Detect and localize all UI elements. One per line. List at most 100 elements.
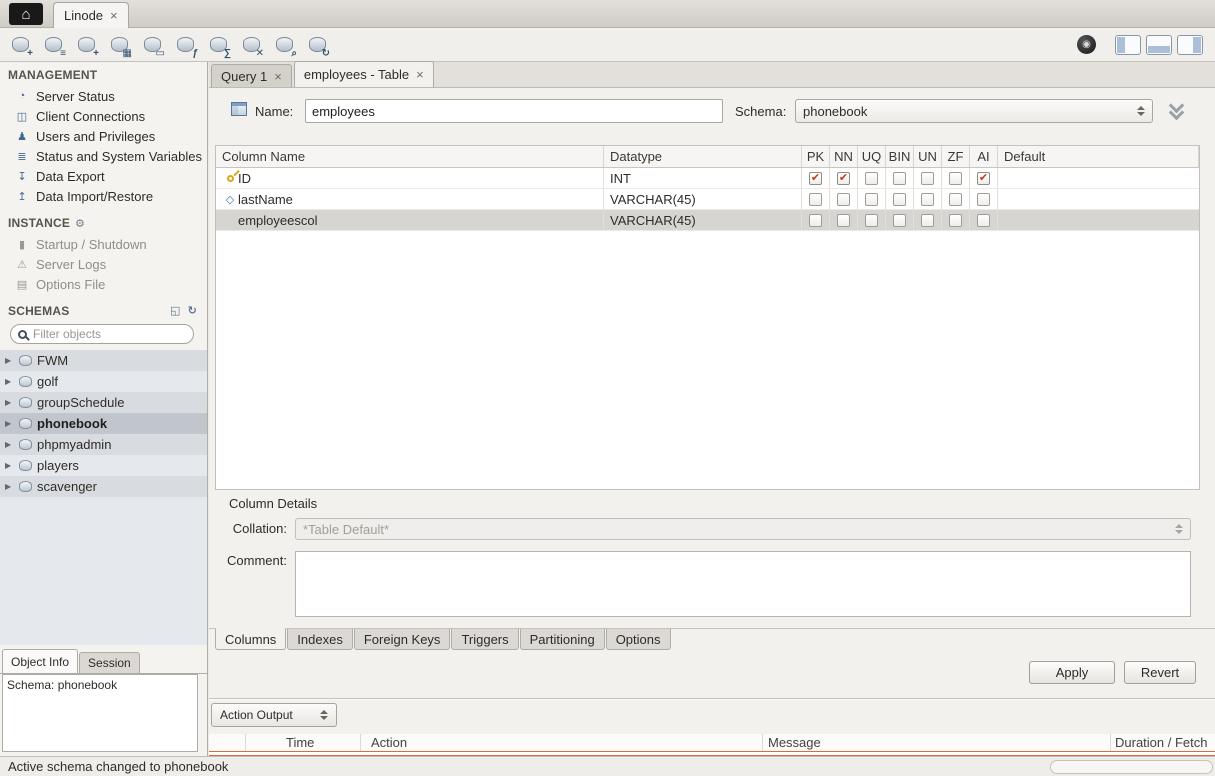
close-icon[interactable]: × xyxy=(416,67,424,82)
home-button[interactable]: ⌂ xyxy=(9,3,43,25)
apply-button[interactable]: Apply xyxy=(1029,661,1115,684)
sidebar-item-client-connections[interactable]: ◫Client Connections xyxy=(0,106,207,126)
pk-checkbox[interactable] xyxy=(809,214,822,227)
un-checkbox[interactable] xyxy=(921,193,934,206)
schema-row-golf[interactable]: ▶golf xyxy=(0,371,207,392)
create-procedure-icon[interactable]: ƒ xyxy=(173,33,197,57)
tab-session[interactable]: Session xyxy=(79,652,140,673)
un-checkbox[interactable] xyxy=(921,214,934,227)
horizontal-scrollbar[interactable] xyxy=(1050,760,1213,774)
table-name-input[interactable] xyxy=(305,99,723,123)
col-header-pk[interactable]: PK xyxy=(802,146,830,167)
sidebar-item-data-export[interactable]: ↧Data Export xyxy=(0,166,207,186)
tab-columns[interactable]: Columns xyxy=(215,628,286,650)
table-row-selected[interactable]: employeescol VARCHAR(45) xyxy=(216,210,1199,231)
instance-config-icon[interactable]: ⚙ xyxy=(75,217,85,230)
column-default[interactable] xyxy=(998,168,1199,188)
output-col-time[interactable]: Time xyxy=(246,734,361,751)
schema-row-phonebook[interactable]: ▶phonebook xyxy=(0,413,207,434)
bin-checkbox[interactable] xyxy=(893,172,906,185)
col-header-nn[interactable]: NN xyxy=(830,146,858,167)
col-header-un[interactable]: UN xyxy=(914,146,942,167)
uq-checkbox[interactable] xyxy=(865,214,878,227)
tab-object-info[interactable]: Object Info xyxy=(2,649,78,673)
action-output-select[interactable]: Action Output xyxy=(211,703,337,727)
column-default[interactable] xyxy=(998,189,1199,209)
collation-select[interactable]: *Table Default* xyxy=(295,518,1191,540)
un-checkbox[interactable] xyxy=(921,172,934,185)
sidebar-item-users-privileges[interactable]: ♟Users and Privileges xyxy=(0,126,207,146)
ai-checkbox[interactable] xyxy=(977,193,990,206)
col-header-column-name[interactable]: Column Name xyxy=(216,146,604,167)
schema-row-scavenger[interactable]: ▶scavenger xyxy=(0,476,207,497)
reconnect-server-icon[interactable]: ↻ xyxy=(305,33,329,57)
schema-row-fwm[interactable]: ▶FWM xyxy=(0,350,207,371)
chevron-right-icon[interactable]: ▶ xyxy=(5,419,14,428)
refresh-schemas-icon[interactable]: ↻ xyxy=(188,304,197,317)
schema-select[interactable]: phonebook xyxy=(795,99,1153,123)
chevron-right-icon[interactable]: ▶ xyxy=(5,398,14,407)
nn-checkbox[interactable]: ✔ xyxy=(837,172,850,185)
col-header-zf[interactable]: ZF xyxy=(942,146,970,167)
col-header-datatype[interactable]: Datatype xyxy=(604,146,802,167)
uq-checkbox[interactable] xyxy=(865,193,878,206)
col-header-default[interactable]: Default xyxy=(998,146,1199,167)
filter-objects-input[interactable] xyxy=(33,327,188,341)
sidebar-item-server-logs[interactable]: ⚠Server Logs xyxy=(0,254,207,274)
tab-triggers[interactable]: Triggers xyxy=(451,629,518,650)
col-header-uq[interactable]: UQ xyxy=(858,146,886,167)
search-data-icon[interactable]: ⌕ xyxy=(272,33,296,57)
create-schema-icon[interactable]: + xyxy=(74,33,98,57)
output-col-status[interactable] xyxy=(209,734,246,751)
schema-filter[interactable] xyxy=(10,324,194,344)
output-col-action[interactable]: Action xyxy=(361,734,763,751)
ai-checkbox[interactable] xyxy=(977,214,990,227)
close-icon[interactable]: × xyxy=(274,69,282,84)
pk-checkbox[interactable] xyxy=(809,193,822,206)
col-header-bin[interactable]: BIN xyxy=(886,146,914,167)
connection-tab-linode[interactable]: Linode × xyxy=(53,2,129,28)
bin-checkbox[interactable] xyxy=(893,193,906,206)
pk-checkbox[interactable]: ✔ xyxy=(809,172,822,185)
close-icon[interactable]: × xyxy=(110,8,118,23)
output-col-message[interactable]: Message xyxy=(763,734,1111,751)
sidebar-item-server-status[interactable]: ◔Server Status xyxy=(0,86,207,106)
table-row[interactable]: ◇lastName VARCHAR(45) xyxy=(216,189,1199,210)
toggle-secondary-sidebar-icon[interactable] xyxy=(1177,35,1203,55)
chevron-right-icon[interactable]: ▶ xyxy=(5,482,14,491)
schema-row-players[interactable]: ▶players xyxy=(0,455,207,476)
tab-query-1[interactable]: Query 1 × xyxy=(211,64,292,87)
drop-object-icon[interactable]: ✕ xyxy=(239,33,263,57)
create-sql-tab-icon[interactable]: + xyxy=(8,33,32,57)
nn-checkbox[interactable] xyxy=(837,214,850,227)
tab-partitioning[interactable]: Partitioning xyxy=(520,629,605,650)
chevron-right-icon[interactable]: ▶ xyxy=(5,356,14,365)
chevron-right-icon[interactable]: ▶ xyxy=(5,461,14,470)
revert-button[interactable]: Revert xyxy=(1124,661,1196,684)
expand-schemas-icon[interactable]: ◱ xyxy=(170,304,181,317)
create-table-icon[interactable]: ▦ xyxy=(107,33,131,57)
col-header-ai[interactable]: AI xyxy=(970,146,998,167)
column-default[interactable] xyxy=(998,210,1199,230)
output-col-duration[interactable]: Duration / Fetch xyxy=(1111,734,1215,751)
toggle-output-area-icon[interactable] xyxy=(1146,35,1172,55)
bin-checkbox[interactable] xyxy=(893,214,906,227)
ai-checkbox[interactable]: ✔ xyxy=(977,172,990,185)
tab-options[interactable]: Options xyxy=(606,629,671,650)
tab-foreign-keys[interactable]: Foreign Keys xyxy=(354,629,451,650)
workbench-status-icon[interactable]: ◉ xyxy=(1077,35,1096,54)
tab-employees-table[interactable]: employees - Table × xyxy=(294,61,434,87)
table-row[interactable]: ID INT ✔ ✔ ✔ xyxy=(216,168,1199,189)
open-sql-script-icon[interactable]: ≡ xyxy=(41,33,65,57)
sidebar-item-data-import[interactable]: ↥Data Import/Restore xyxy=(0,186,207,206)
create-function-icon[interactable]: ∑ xyxy=(206,33,230,57)
collapse-header-chevron-icon[interactable] xyxy=(1163,100,1193,124)
sidebar-item-options-file[interactable]: ▤Options File xyxy=(0,274,207,294)
uq-checkbox[interactable] xyxy=(865,172,878,185)
tab-indexes[interactable]: Indexes xyxy=(287,629,353,650)
chevron-right-icon[interactable]: ▶ xyxy=(5,440,14,449)
sidebar-item-status-system-variables[interactable]: ≣Status and System Variables xyxy=(0,146,207,166)
schema-row-phpmyadmin[interactable]: ▶phpmyadmin xyxy=(0,434,207,455)
nn-checkbox[interactable] xyxy=(837,193,850,206)
zf-checkbox[interactable] xyxy=(949,172,962,185)
